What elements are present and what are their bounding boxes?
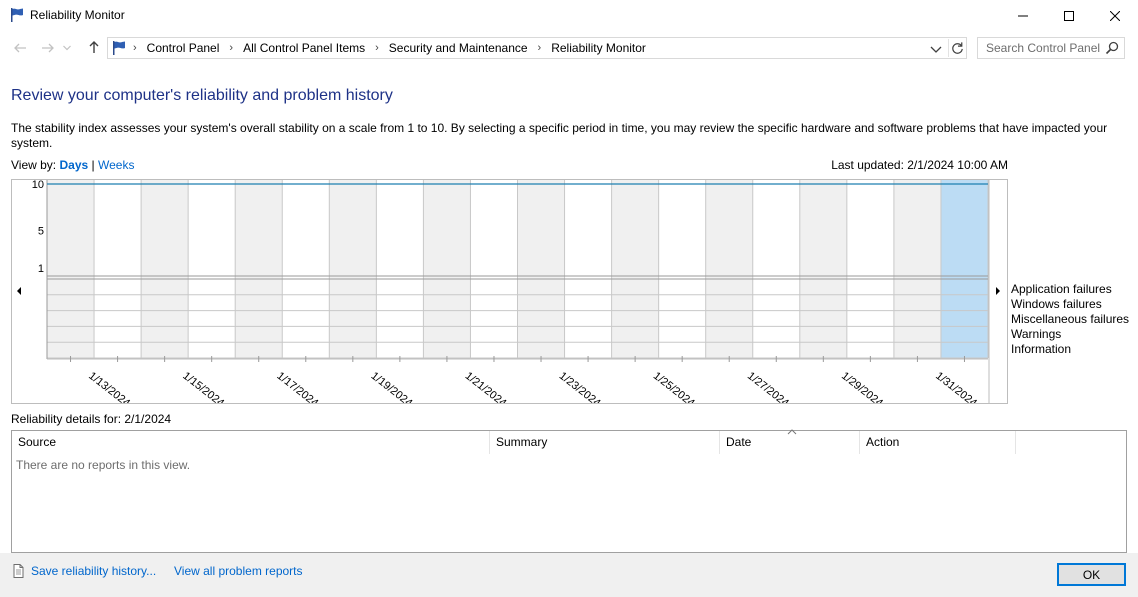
x-tick-label: 1/21/2024: [463, 370, 509, 403]
breadcrumb-item-security[interactable]: Security and Maintenance: [389, 41, 528, 55]
x-tick-label: 1/29/2024: [839, 370, 885, 403]
details-label: Reliability details for: 2/1/2024: [11, 412, 172, 426]
breadcrumb-item-control-panel[interactable]: Control Panel: [147, 41, 220, 55]
back-button[interactable]: [10, 39, 30, 57]
breadcrumb-item-reliability[interactable]: Reliability Monitor: [551, 41, 646, 55]
scroll-right-icon: [996, 287, 1000, 295]
search-placeholder: Search Control Panel: [986, 41, 1101, 55]
day-column: [658, 180, 706, 358]
refresh-icon[interactable]: [948, 39, 966, 57]
x-tick-label: 1/25/2024: [651, 370, 697, 403]
event-legend: Application failures Windows failures Mi…: [1011, 282, 1129, 357]
day-column: [564, 180, 612, 358]
maximize-button[interactable]: [1046, 0, 1092, 31]
up-button[interactable]: [84, 38, 104, 56]
x-tick-label: 1/27/2024: [745, 370, 791, 403]
legend-windows-failures: Windows failures: [1011, 297, 1102, 311]
day-column: [940, 180, 988, 358]
scroll-left-icon: [17, 287, 21, 295]
view-separator: |: [91, 158, 95, 172]
empty-message: There are no reports in this view.: [16, 458, 191, 472]
breadcrumb-separator[interactable]: ›: [538, 42, 542, 54]
day-column: [376, 180, 424, 358]
page-description: The stability index assesses your system…: [11, 121, 1108, 150]
view-weeks-link[interactable]: Weeks: [98, 158, 134, 172]
breadcrumb: › Control Panel › All Control Panel Item…: [133, 41, 646, 55]
sort-ascending-icon: [787, 429, 797, 435]
day-column: [94, 180, 142, 358]
day-column: [752, 180, 800, 358]
ok-button[interactable]: OK: [1057, 563, 1126, 586]
recent-locations-button[interactable]: [60, 39, 74, 57]
day-column: [141, 180, 189, 358]
search-input[interactable]: Search Control Panel: [977, 37, 1125, 59]
reliability-chart[interactable]: 10 5 1 1/13/2024 1/15/2024 1/17/2024 1/19/202…: [11, 179, 1008, 404]
chevron-down-icon: [63, 45, 71, 51]
day-column: [329, 180, 377, 358]
last-updated: Last updated: 2/1/2024 10:00 AM: [831, 158, 1008, 172]
day-column: [846, 180, 894, 358]
save-history-link[interactable]: Save reliability history...: [31, 564, 156, 578]
day-column: [470, 180, 518, 358]
day-column: [282, 180, 330, 358]
window-title: Reliability Monitor: [30, 8, 125, 22]
day-column: [611, 180, 659, 358]
arrow-right-icon: [42, 43, 54, 53]
legend-misc-failures: Miscellaneous failures: [1011, 312, 1130, 326]
breadcrumb-item-all-items[interactable]: All Control Panel Items: [243, 41, 365, 55]
day-column: [893, 180, 941, 358]
day-column: [47, 180, 95, 358]
chevron-down-icon[interactable]: [928, 41, 944, 57]
flag-icon: [113, 41, 125, 55]
minimize-button[interactable]: [1000, 0, 1046, 31]
legend-application-failures: Application failures: [1011, 282, 1112, 296]
column-header-action[interactable]: Action: [860, 431, 1016, 454]
view-by-selector: View by: Days | Weeks: [11, 158, 134, 172]
y-tick-label: 5: [38, 226, 44, 238]
view-by-label: View by:: [11, 158, 57, 172]
y-tick-label: 1: [38, 263, 44, 275]
flag-icon: [11, 8, 23, 22]
address-bar[interactable]: › Control Panel › All Control Panel Item…: [107, 37, 967, 59]
document-icon: [13, 564, 24, 578]
x-tick-label: 1/23/2024: [557, 370, 603, 403]
page-title: Review your computer's reliability and p…: [11, 87, 393, 104]
x-tick-label: 1/15/2024: [180, 370, 226, 403]
x-tick-label: 1/19/2024: [369, 370, 415, 403]
maximize-icon: [1064, 10, 1074, 21]
legend-warnings: Warnings: [1011, 327, 1062, 341]
breadcrumb-separator[interactable]: ›: [133, 42, 137, 54]
close-icon: [1110, 10, 1120, 21]
view-problem-reports-link[interactable]: View all problem reports: [174, 564, 303, 578]
search-icon: [1105, 41, 1119, 55]
x-tick-label: 1/13/2024: [86, 370, 132, 403]
day-column: [423, 180, 471, 358]
x-tick-label: 1/17/2024: [274, 370, 320, 403]
legend-information: Information: [1011, 342, 1072, 356]
forward-button[interactable]: [38, 39, 58, 57]
breadcrumb-separator[interactable]: ›: [375, 42, 379, 54]
day-column: [705, 180, 753, 358]
x-tick-label: 1/31/2024: [933, 370, 979, 403]
day-column: [799, 180, 847, 358]
y-tick-label: 10: [32, 180, 44, 191]
column-header-source[interactable]: Source: [12, 431, 490, 454]
minimize-icon: [1018, 15, 1028, 16]
day-column: [517, 180, 565, 358]
arrow-left-icon: [14, 43, 26, 53]
day-column: [235, 180, 283, 358]
title-bar: Reliability Monitor: [0, 0, 1138, 31]
day-column: [188, 180, 236, 358]
breadcrumb-separator[interactable]: ›: [229, 42, 233, 54]
column-header-summary[interactable]: Summary: [490, 431, 720, 454]
stability-chart-svg: 10 5 1 1/13/2024 1/15/2024 1/17/2024 1/19/202…: [17, 180, 1000, 403]
close-button[interactable]: [1092, 0, 1138, 31]
reports-table: Source Summary Date Action There are no …: [11, 429, 1127, 553]
arrow-up-icon: [89, 41, 99, 53]
footer-bar: Save reliability history... View all pro…: [0, 553, 1138, 597]
view-days-link[interactable]: Days: [59, 158, 88, 172]
